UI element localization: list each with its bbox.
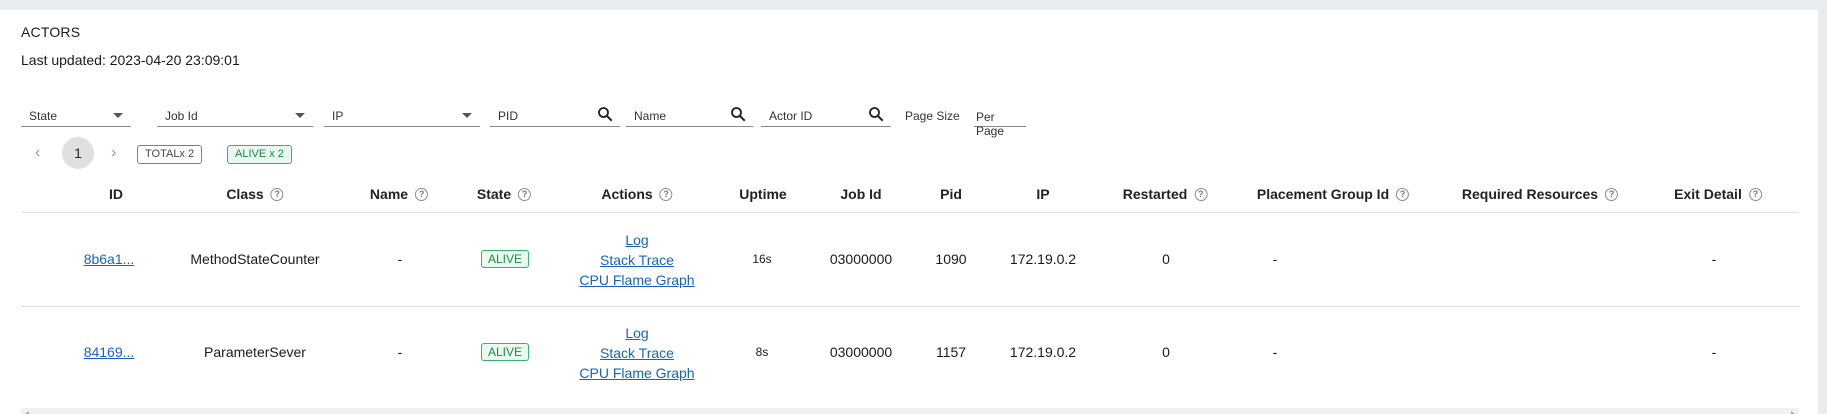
help-icon[interactable]: ? xyxy=(518,187,532,201)
column-header-pid: Pid xyxy=(940,186,962,202)
column-header-class: Class? xyxy=(226,186,284,202)
cpu-flame-graph-link[interactable]: CPU Flame Graph xyxy=(579,270,694,290)
actor-class: MethodStateCounter xyxy=(190,251,320,267)
column-header-exit-detail-label: Exit Detail xyxy=(1674,186,1742,202)
job-id-filter[interactable]: Job Id xyxy=(157,95,313,127)
cpu-flame-graph-link[interactable]: CPU Flame Graph xyxy=(579,363,694,383)
stack-trace-link[interactable]: Stack Trace xyxy=(579,343,694,363)
per-page-placeholder: Per Page xyxy=(976,110,1005,138)
page-size-label: Page Size xyxy=(905,95,965,127)
column-header-restarted-label: Restarted xyxy=(1122,186,1188,202)
chevron-down-icon xyxy=(462,113,472,118)
column-header-uptime-label: Uptime xyxy=(739,186,787,202)
state-filter[interactable]: State xyxy=(21,95,131,127)
help-icon[interactable]: ? xyxy=(270,187,284,201)
exit-detail: - xyxy=(1711,344,1717,360)
actor-class: ParameterSever xyxy=(204,344,306,360)
search-icon[interactable] xyxy=(867,105,885,123)
pid: 1157 xyxy=(935,344,967,360)
column-header-required-resources-label: Required Resources xyxy=(1461,186,1599,202)
stack-trace-link[interactable]: Stack Trace xyxy=(579,250,694,270)
prev-page-button[interactable]: ‹ xyxy=(35,144,40,162)
uptime: 8s xyxy=(755,345,769,359)
exit-detail: - xyxy=(1711,251,1717,267)
column-header-restarted: Restarted? xyxy=(1123,186,1208,202)
panel-title: ACTORS xyxy=(21,24,81,40)
log-link[interactable]: Log xyxy=(579,230,694,250)
column-header-name: Name? xyxy=(369,186,429,202)
column-header-state-label: State xyxy=(476,186,512,202)
column-header-id: ID xyxy=(109,186,123,202)
per-page-input[interactable]: Per Page xyxy=(974,95,1026,138)
placement-group-id: - xyxy=(1272,344,1278,360)
horizontal-scrollbar[interactable] xyxy=(21,408,1799,414)
column-header-ip-label: IP xyxy=(1036,186,1050,202)
actor-name: - xyxy=(397,251,403,267)
alive-count-badge[interactable]: ALIVE x 2 xyxy=(227,145,292,164)
help-icon[interactable]: ? xyxy=(1605,187,1619,201)
total-count-badge[interactable]: TOTALx 2 xyxy=(137,145,203,164)
actions-cell: Log Stack Trace CPU Flame Graph xyxy=(579,323,694,383)
help-icon[interactable]: ? xyxy=(415,187,429,201)
help-icon[interactable]: ? xyxy=(1396,187,1410,201)
next-page-button[interactable]: › xyxy=(111,144,116,162)
restarted-count: 0 xyxy=(1162,251,1170,267)
actors-panel: ACTORS Last updated: 2023-04-20 23:09:01… xyxy=(0,10,1818,414)
chevron-down-icon xyxy=(295,113,305,118)
placement-group-id: - xyxy=(1272,251,1278,267)
column-header-job-id: Job Id xyxy=(840,186,881,202)
pid: 1090 xyxy=(935,251,967,267)
actor-id-search-label: Actor ID xyxy=(769,109,813,123)
actor-id-link[interactable]: 8b6a1... xyxy=(84,251,135,267)
pid-search-label: PID xyxy=(498,109,519,123)
status-badge: ALIVE xyxy=(480,343,530,361)
help-icon[interactable]: ? xyxy=(1194,187,1208,201)
help-icon[interactable]: ? xyxy=(659,187,673,201)
column-header-placement-group-id: Placement Group Id? xyxy=(1256,186,1410,202)
search-icon[interactable] xyxy=(596,105,614,123)
column-header-required-resources: Required Resources? xyxy=(1461,186,1619,202)
help-icon[interactable]: ? xyxy=(1748,187,1762,201)
ip-filter-label: IP xyxy=(332,109,344,123)
column-header-actions-label: Actions xyxy=(601,186,653,202)
column-header-class-label: Class xyxy=(226,186,264,202)
last-updated: Last updated: 2023-04-20 23:09:01 xyxy=(21,52,240,68)
ip-address: 172.19.0.2 xyxy=(1009,251,1077,267)
column-header-id-label: ID xyxy=(109,186,123,202)
job-id: 03000000 xyxy=(829,344,893,360)
uptime: 16s xyxy=(752,252,772,266)
job-id: 03000000 xyxy=(829,251,893,267)
column-header-actions: Actions? xyxy=(601,186,673,202)
column-header-pid-label: Pid xyxy=(940,186,962,202)
status-badge: ALIVE xyxy=(480,250,530,268)
job-id-filter-label: Job Id xyxy=(165,109,198,123)
column-header-placement-group-id-label: Placement Group Id xyxy=(1256,186,1390,202)
name-search-label: Name xyxy=(634,109,667,123)
column-header-ip: IP xyxy=(1036,186,1049,202)
pid-search-input[interactable]: PID xyxy=(490,95,620,127)
restarted-count: 0 xyxy=(1162,344,1170,360)
column-header-state: State? xyxy=(476,186,532,202)
page-size-text: Page Size xyxy=(905,109,960,123)
actor-id-search-input[interactable]: Actor ID xyxy=(761,95,891,127)
header-divider xyxy=(21,212,1799,213)
actor-name: - xyxy=(397,344,403,360)
log-link[interactable]: Log xyxy=(579,323,694,343)
state-filter-label: State xyxy=(29,109,58,123)
search-icon[interactable] xyxy=(729,105,747,123)
ip-filter[interactable]: IP xyxy=(324,95,480,127)
ip-address: 172.19.0.2 xyxy=(1009,344,1077,360)
actions-cell: Log Stack Trace CPU Flame Graph xyxy=(579,230,694,290)
column-header-job-id-label: Job Id xyxy=(840,186,882,202)
column-header-name-label: Name xyxy=(369,186,409,202)
page-1-button[interactable]: 1 xyxy=(62,137,94,169)
row-divider xyxy=(21,306,1799,307)
actor-id-link[interactable]: 84169... xyxy=(84,344,135,360)
column-header-uptime: Uptime xyxy=(739,186,786,202)
name-search-input[interactable]: Name xyxy=(626,95,753,127)
column-header-exit-detail: Exit Detail? xyxy=(1674,186,1762,202)
chevron-down-icon xyxy=(113,113,123,118)
